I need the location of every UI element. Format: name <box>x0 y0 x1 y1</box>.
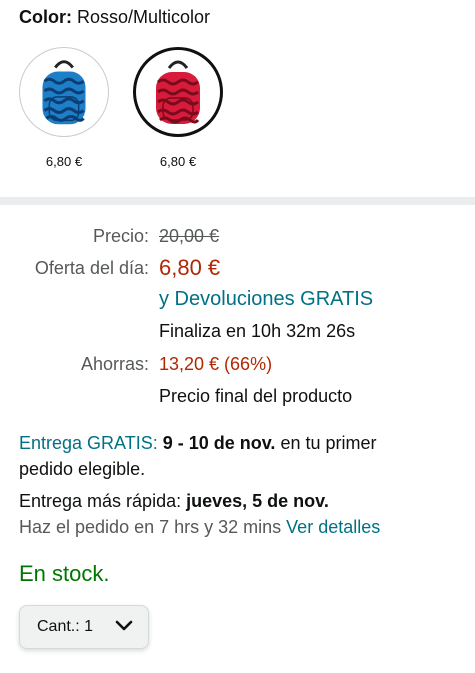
section-divider <box>0 197 475 205</box>
fast-delivery-prefix: Entrega más rápida: <box>19 491 182 511</box>
savings-amount: 13,20 € (66%) <box>159 354 273 374</box>
swatch-blue-backpack[interactable] <box>19 47 109 137</box>
free-delivery-line2: pedido elegible. <box>19 459 146 479</box>
red-backpack-image <box>156 60 200 124</box>
list-price: 20,00 € <box>159 226 220 246</box>
free-delivery-line: Entrega GRATIS: 9 - 10 de nov. en tu pri… <box>19 433 377 454</box>
free-returns-link[interactable]: y Devoluciones GRATIS <box>159 288 373 311</box>
deal-price: 6,80 € <box>159 255 221 280</box>
color-selection-label: Color: Rosso/Multicolor <box>19 7 210 28</box>
color-value: Rosso/Multicolor <box>77 7 211 27</box>
order-within-line: Haz el pedido en 7 hrs y 32 mins Ver det… <box>19 517 380 538</box>
swatch-red-backpack[interactable] <box>133 47 223 137</box>
free-delivery-dates: 9 - 10 de nov. <box>162 433 276 453</box>
deal-countdown: Finaliza en 10h 32m 26s <box>159 321 356 341</box>
quantity-dropdown[interactable]: Cant.: 1 <box>19 605 149 649</box>
swatch-blue-price: 6,80 € <box>45 154 83 169</box>
order-within-text: Haz el pedido en 7 hrs y 32 mins <box>19 517 282 537</box>
free-delivery-suffix: en tu primer <box>280 433 377 453</box>
see-details-link[interactable]: Ver detalles <box>286 517 380 537</box>
chevron-down-icon <box>115 620 133 631</box>
list-price-label: Precio: <box>92 226 149 246</box>
free-delivery-label[interactable]: Entrega GRATIS: <box>19 433 158 453</box>
savings-label: Ahorras: <box>80 354 149 374</box>
deal-price-label: Oferta del día: <box>34 258 149 278</box>
color-label: Color: <box>19 7 72 27</box>
fast-delivery-date: jueves, 5 de nov. <box>186 491 329 511</box>
quantity-value: 1 <box>84 618 94 635</box>
blue-backpack-image <box>42 60 86 125</box>
stock-status: En stock. <box>19 561 110 586</box>
final-price-note: Precio final del producto <box>159 386 353 406</box>
quantity-label: Cant.: <box>37 618 80 635</box>
swatch-red-price: 6,80 € <box>159 154 197 169</box>
fast-delivery-line: Entrega más rápida: jueves, 5 de nov. <box>19 491 329 512</box>
